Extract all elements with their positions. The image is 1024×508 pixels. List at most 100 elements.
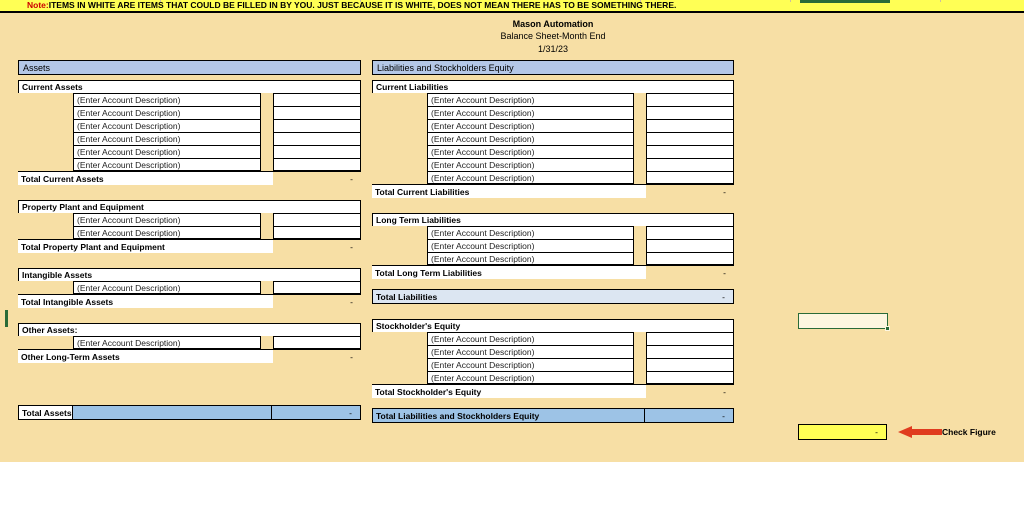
account-row[interactable]: (Enter Account Description): [18, 281, 361, 294]
account-description-input[interactable]: (Enter Account Description): [73, 226, 261, 239]
account-amount-input[interactable]: [273, 281, 361, 294]
account-amount-input[interactable]: [646, 158, 734, 171]
account-amount-input[interactable]: [273, 132, 361, 145]
account-description-input[interactable]: (Enter Account Description): [427, 145, 634, 158]
account-amount-input[interactable]: [646, 171, 734, 184]
account-description-input[interactable]: (Enter Account Description): [73, 119, 261, 132]
account-amount-input[interactable]: [646, 371, 734, 384]
account-amount-input[interactable]: [646, 132, 734, 145]
account-description-input[interactable]: (Enter Account Description): [73, 213, 261, 226]
row-indent: [18, 336, 73, 349]
account-amount-input[interactable]: [646, 358, 734, 371]
account-description-input[interactable]: (Enter Account Description): [427, 252, 634, 265]
account-amount-input[interactable]: [646, 145, 734, 158]
row-indent: [18, 145, 73, 158]
row-indent: [372, 119, 427, 132]
account-row[interactable]: (Enter Account Description): [18, 213, 361, 226]
account-row[interactable]: (Enter Account Description): [372, 226, 734, 239]
account-amount-input[interactable]: [646, 119, 734, 132]
row-indent: [18, 281, 73, 294]
account-amount-input[interactable]: [646, 239, 734, 252]
account-row[interactable]: (Enter Account Description): [372, 132, 734, 145]
subtotal-value: -: [350, 296, 353, 307]
row-gap: [634, 358, 646, 371]
group-heading-row: Stockholder's Equity: [372, 319, 734, 332]
account-amount-input[interactable]: [273, 213, 361, 226]
account-row[interactable]: (Enter Account Description): [18, 93, 361, 106]
account-description-input[interactable]: (Enter Account Description): [73, 145, 261, 158]
account-amount-input[interactable]: [646, 252, 734, 265]
account-description-input[interactable]: (Enter Account Description): [73, 132, 261, 145]
account-row[interactable]: (Enter Account Description): [18, 336, 361, 349]
group-heading-label: Stockholder's Equity: [372, 319, 734, 332]
row-indent: [18, 213, 73, 226]
account-description-input[interactable]: (Enter Account Description): [73, 281, 261, 294]
account-amount-input[interactable]: [646, 93, 734, 106]
account-row[interactable]: (Enter Account Description): [372, 332, 734, 345]
account-row[interactable]: (Enter Account Description): [372, 371, 734, 384]
account-description-input[interactable]: (Enter Account Description): [427, 132, 634, 145]
subtotal-row-current-liabilities: Total Current Liabilities -: [372, 184, 734, 198]
group-other-assets: Other Assets: (Enter Account Description…: [18, 323, 361, 363]
account-amount-input[interactable]: [646, 332, 734, 345]
account-description-input[interactable]: (Enter Account Description): [427, 371, 634, 384]
account-description-input[interactable]: (Enter Account Description): [427, 226, 634, 239]
account-description-input[interactable]: (Enter Account Description): [427, 106, 634, 119]
account-description-input[interactable]: (Enter Account Description): [427, 119, 634, 132]
account-amount-input[interactable]: [273, 336, 361, 349]
account-description-input[interactable]: (Enter Account Description): [427, 171, 634, 184]
total-liabilities-label: Total Liabilities: [376, 291, 438, 302]
account-amount-input[interactable]: [646, 106, 734, 119]
account-description-input[interactable]: (Enter Account Description): [73, 93, 261, 106]
account-amount-input[interactable]: [273, 93, 361, 106]
account-row[interactable]: (Enter Account Description): [372, 119, 734, 132]
account-row[interactable]: (Enter Account Description): [372, 106, 734, 119]
account-row[interactable]: (Enter Account Description): [372, 93, 734, 106]
account-row[interactable]: (Enter Account Description): [18, 226, 361, 239]
account-row[interactable]: (Enter Account Description): [18, 106, 361, 119]
account-row[interactable]: (Enter Account Description): [372, 171, 734, 184]
account-amount-input[interactable]: [273, 119, 361, 132]
column-separator: [790, 0, 791, 2]
account-description-input[interactable]: (Enter Account Description): [73, 336, 261, 349]
account-amount-input[interactable]: [646, 345, 734, 358]
fill-handle[interactable]: [885, 326, 890, 331]
row-indent: [372, 252, 427, 265]
row-gap: [261, 158, 273, 171]
column-separator: [940, 0, 941, 2]
account-description-input[interactable]: (Enter Account Description): [427, 332, 634, 345]
account-row[interactable]: (Enter Account Description): [372, 145, 734, 158]
group-property-plant-equipment: Property Plant and Equipment (Enter Acco…: [18, 200, 361, 253]
account-amount-input[interactable]: [273, 158, 361, 171]
group-heading-label: Current Assets: [18, 80, 361, 93]
account-row[interactable]: (Enter Account Description): [18, 158, 361, 171]
grand-total-liabilities-equity-value: -: [645, 409, 733, 422]
account-amount-input[interactable]: [273, 145, 361, 158]
account-row[interactable]: (Enter Account Description): [372, 358, 734, 371]
check-figure-value-cell[interactable]: -: [798, 424, 887, 440]
row-gap: [634, 345, 646, 358]
grand-total-assets-row: Total Assets -: [18, 405, 361, 420]
account-description-input[interactable]: (Enter Account Description): [427, 358, 634, 371]
account-row[interactable]: (Enter Account Description): [372, 239, 734, 252]
account-row[interactable]: (Enter Account Description): [18, 119, 361, 132]
account-row[interactable]: (Enter Account Description): [18, 145, 361, 158]
account-amount-input[interactable]: [273, 226, 361, 239]
row-gap: [261, 132, 273, 145]
account-amount-input[interactable]: [273, 106, 361, 119]
selected-cell[interactable]: [798, 313, 890, 331]
row-indent: [18, 132, 73, 145]
account-description-input[interactable]: (Enter Account Description): [427, 158, 634, 171]
account-amount-input[interactable]: [646, 226, 734, 239]
account-description-input[interactable]: (Enter Account Description): [427, 239, 634, 252]
account-row[interactable]: (Enter Account Description): [372, 158, 734, 171]
check-figure-arrow-icon: [898, 426, 942, 438]
account-row[interactable]: (Enter Account Description): [372, 252, 734, 265]
account-description-input[interactable]: (Enter Account Description): [427, 93, 634, 106]
account-description-input[interactable]: (Enter Account Description): [73, 158, 261, 171]
account-description-input[interactable]: (Enter Account Description): [73, 106, 261, 119]
account-row[interactable]: (Enter Account Description): [372, 345, 734, 358]
account-row[interactable]: (Enter Account Description): [18, 132, 361, 145]
account-description-input[interactable]: (Enter Account Description): [427, 345, 634, 358]
row-gap: [634, 239, 646, 252]
